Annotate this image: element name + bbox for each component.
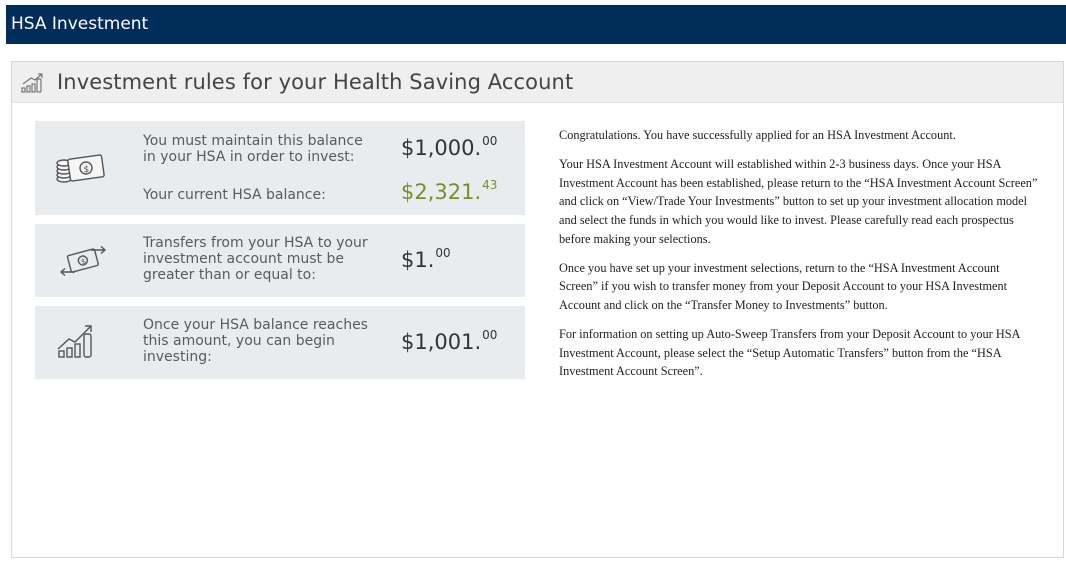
investing-threshold-label: Once your HSA balance reaches this amoun… bbox=[143, 317, 368, 365]
growth-chart-icon bbox=[55, 321, 105, 366]
minimum-balance-card: $ You must maintain this balance in your… bbox=[35, 121, 525, 215]
growth-chart-icon bbox=[20, 72, 46, 94]
instructions-paragraph: For information on setting up Auto-Sweep… bbox=[559, 327, 1020, 379]
instructions-paragraph: Your HSA Investment Account will establi… bbox=[559, 157, 1038, 246]
minimum-transfer-card: $ Transfers from your HSA to your invest… bbox=[35, 224, 525, 297]
minimum-transfer-amount: $1.00 bbox=[401, 246, 451, 272]
panel-title: Investment rules for your Health Saving … bbox=[57, 70, 574, 94]
app-title: HSA Investment bbox=[11, 14, 149, 34]
instructions-paragraph: Congratulations. You have successfully a… bbox=[559, 128, 956, 142]
current-balance-label: Your current HSA balance: bbox=[143, 187, 326, 203]
instructions-paragraph: Once you have set up your investment sel… bbox=[559, 260, 1008, 312]
svg-text:$: $ bbox=[84, 165, 90, 175]
minimum-balance-label: You must maintain this balance in your H… bbox=[143, 133, 363, 165]
investing-threshold-amount: $1,001.00 bbox=[401, 328, 498, 354]
panel-header: Investment rules for your Health Saving … bbox=[12, 62, 1063, 103]
investment-instructions: Congratulations. You have successfully a… bbox=[559, 126, 1039, 392]
minimum-transfer-label: Transfers from your HSA to your investme… bbox=[143, 235, 368, 283]
current-balance-amount: $2,321.43 bbox=[401, 178, 498, 204]
money-stack-icon: $ bbox=[55, 151, 107, 190]
transfer-money-icon: $ bbox=[55, 245, 111, 281]
investment-rules-panel: Investment rules for your Health Saving … bbox=[11, 61, 1064, 558]
investing-threshold-card: Once your HSA balance reaches this amoun… bbox=[35, 306, 525, 379]
minimum-balance-amount: $1,000.00 bbox=[401, 134, 498, 160]
app-header: HSA Investment bbox=[6, 5, 1066, 44]
